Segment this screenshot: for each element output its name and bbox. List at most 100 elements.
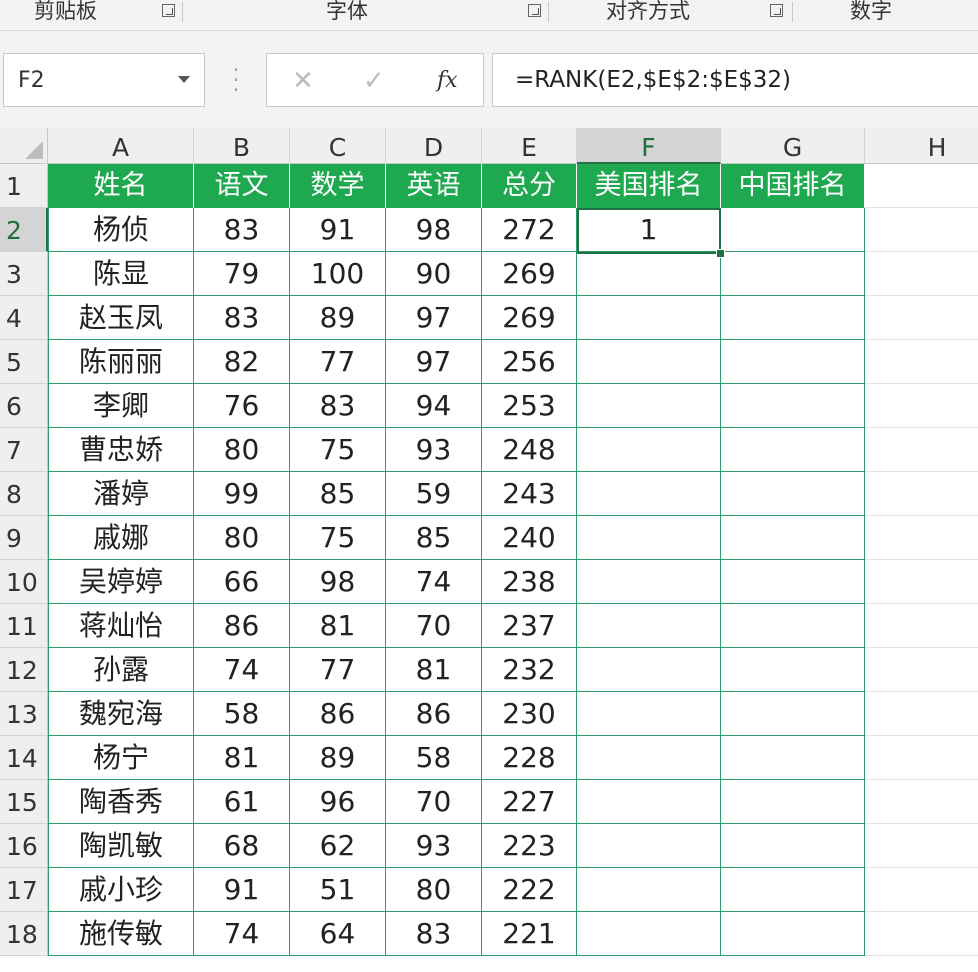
score-cell[interactable]: 269 bbox=[482, 252, 577, 296]
empty-cell[interactable] bbox=[865, 296, 978, 340]
empty-cell[interactable] bbox=[865, 868, 978, 912]
score-cell[interactable]: 79 bbox=[194, 252, 290, 296]
score-cell[interactable] bbox=[721, 208, 865, 252]
score-cell[interactable] bbox=[721, 340, 865, 384]
cancel-x-icon[interactable]: ✕ bbox=[292, 66, 314, 96]
score-cell[interactable] bbox=[577, 824, 721, 868]
column-header-b[interactable]: B bbox=[194, 128, 290, 164]
score-cell[interactable]: 85 bbox=[290, 472, 386, 516]
name-cell[interactable]: 李卿 bbox=[48, 384, 194, 428]
row-header[interactable]: 13 bbox=[0, 692, 48, 736]
name-cell[interactable]: 陶香秀 bbox=[48, 780, 194, 824]
row-header[interactable]: 5 bbox=[0, 340, 48, 384]
row-header[interactable]: 8 bbox=[0, 472, 48, 516]
score-cell[interactable]: 91 bbox=[194, 868, 290, 912]
score-cell[interactable]: 93 bbox=[386, 428, 482, 472]
score-cell[interactable]: 91 bbox=[290, 208, 386, 252]
score-cell[interactable]: 77 bbox=[290, 340, 386, 384]
score-cell[interactable]: 253 bbox=[482, 384, 577, 428]
score-cell[interactable] bbox=[577, 472, 721, 516]
empty-cell[interactable] bbox=[865, 164, 978, 208]
column-header-g[interactable]: G bbox=[721, 128, 865, 164]
score-cell[interactable]: 80 bbox=[194, 428, 290, 472]
row-header[interactable]: 9 bbox=[0, 516, 48, 560]
score-cell[interactable]: 70 bbox=[386, 780, 482, 824]
score-cell[interactable] bbox=[577, 604, 721, 648]
score-cell[interactable] bbox=[721, 252, 865, 296]
score-cell[interactable]: 99 bbox=[194, 472, 290, 516]
table-header-cell[interactable]: 美国排名 bbox=[577, 164, 721, 208]
score-cell[interactable]: 75 bbox=[290, 516, 386, 560]
score-cell[interactable] bbox=[721, 736, 865, 780]
score-cell[interactable] bbox=[721, 516, 865, 560]
empty-cell[interactable] bbox=[865, 692, 978, 736]
score-cell[interactable] bbox=[721, 604, 865, 648]
empty-cell[interactable] bbox=[865, 384, 978, 428]
empty-cell[interactable] bbox=[865, 560, 978, 604]
score-cell[interactable]: 74 bbox=[386, 560, 482, 604]
score-cell[interactable]: 97 bbox=[386, 340, 482, 384]
score-cell[interactable]: 68 bbox=[194, 824, 290, 868]
score-cell[interactable] bbox=[577, 516, 721, 560]
select-all-button[interactable] bbox=[0, 128, 48, 164]
score-cell[interactable] bbox=[721, 912, 865, 956]
score-cell[interactable]: 83 bbox=[386, 912, 482, 956]
empty-cell[interactable] bbox=[865, 780, 978, 824]
row-header[interactable]: 4 bbox=[0, 296, 48, 340]
row-header[interactable]: 17 bbox=[0, 868, 48, 912]
row-header[interactable]: 7 bbox=[0, 428, 48, 472]
score-cell[interactable]: 243 bbox=[482, 472, 577, 516]
table-header-cell[interactable]: 语文 bbox=[194, 164, 290, 208]
score-cell[interactable]: 80 bbox=[194, 516, 290, 560]
score-cell[interactable]: 256 bbox=[482, 340, 577, 384]
score-cell[interactable] bbox=[721, 384, 865, 428]
score-cell[interactable]: 97 bbox=[386, 296, 482, 340]
insert-function-icon[interactable]: fx bbox=[437, 68, 458, 93]
score-cell[interactable]: 93 bbox=[386, 824, 482, 868]
score-cell[interactable] bbox=[721, 824, 865, 868]
score-cell[interactable] bbox=[721, 428, 865, 472]
score-cell[interactable]: 232 bbox=[482, 648, 577, 692]
score-cell[interactable]: 223 bbox=[482, 824, 577, 868]
score-cell[interactable] bbox=[577, 340, 721, 384]
row-header[interactable]: 1 bbox=[0, 164, 48, 208]
row-header[interactable]: 12 bbox=[0, 648, 48, 692]
row-header[interactable]: 10 bbox=[0, 560, 48, 604]
formula-input[interactable]: =RANK(E2,$E$2:$E$32) bbox=[492, 53, 978, 107]
column-header-e[interactable]: E bbox=[482, 128, 577, 164]
score-cell[interactable]: 81 bbox=[290, 604, 386, 648]
score-cell[interactable]: 86 bbox=[386, 692, 482, 736]
score-cell[interactable]: 76 bbox=[194, 384, 290, 428]
row-header[interactable]: 14 bbox=[0, 736, 48, 780]
name-cell[interactable]: 施传敏 bbox=[48, 912, 194, 956]
empty-cell[interactable] bbox=[865, 516, 978, 560]
score-cell[interactable]: 248 bbox=[482, 428, 577, 472]
score-cell[interactable]: 100 bbox=[290, 252, 386, 296]
score-cell[interactable] bbox=[577, 780, 721, 824]
score-cell[interactable]: 96 bbox=[290, 780, 386, 824]
empty-cell[interactable] bbox=[865, 208, 978, 252]
score-cell[interactable]: 80 bbox=[386, 868, 482, 912]
score-cell[interactable]: 228 bbox=[482, 736, 577, 780]
score-cell[interactable] bbox=[577, 296, 721, 340]
score-cell[interactable] bbox=[577, 648, 721, 692]
name-cell[interactable]: 赵玉凤 bbox=[48, 296, 194, 340]
score-cell[interactable]: 62 bbox=[290, 824, 386, 868]
row-header[interactable]: 2 bbox=[0, 208, 48, 252]
score-cell[interactable]: 230 bbox=[482, 692, 577, 736]
row-header[interactable]: 16 bbox=[0, 824, 48, 868]
score-cell[interactable]: 83 bbox=[194, 208, 290, 252]
score-cell[interactable] bbox=[721, 472, 865, 516]
empty-cell[interactable] bbox=[865, 736, 978, 780]
empty-cell[interactable] bbox=[865, 340, 978, 384]
score-cell[interactable]: 1 bbox=[577, 208, 721, 252]
score-cell[interactable]: 59 bbox=[386, 472, 482, 516]
score-cell[interactable]: 81 bbox=[386, 648, 482, 692]
name-cell[interactable]: 杨宁 bbox=[48, 736, 194, 780]
empty-cell[interactable] bbox=[865, 824, 978, 868]
score-cell[interactable] bbox=[577, 384, 721, 428]
score-cell[interactable]: 75 bbox=[290, 428, 386, 472]
clipboard-dialog-launcher-icon[interactable] bbox=[162, 4, 175, 17]
score-cell[interactable]: 64 bbox=[290, 912, 386, 956]
score-cell[interactable] bbox=[577, 252, 721, 296]
